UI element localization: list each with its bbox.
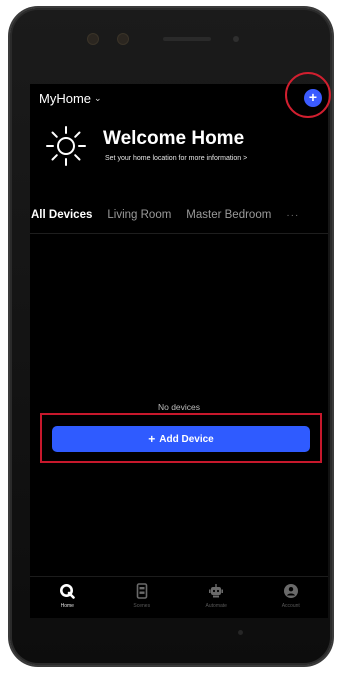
account-icon xyxy=(283,584,298,598)
annotation-circle-add xyxy=(285,72,331,118)
app-screen: MyHome ⌄ + Welcome Home Set your home lo… xyxy=(30,84,328,618)
scenes-icon xyxy=(136,583,148,599)
home-name: MyHome xyxy=(39,91,92,106)
sun-icon xyxy=(46,126,86,166)
chevron-down-icon: ⌄ xyxy=(94,93,102,103)
nav-scenes-label: Scenes xyxy=(133,603,151,609)
phone-top-bezel xyxy=(10,8,332,78)
bottom-nav: Home Scenes Automate Account xyxy=(30,576,328,618)
home-q-icon xyxy=(60,584,76,599)
welcome-title: Welcome Home xyxy=(103,128,245,149)
set-location-link[interactable]: Set your home location for more informat… xyxy=(105,155,247,162)
home-selector[interactable]: MyHome ⌄ xyxy=(39,91,102,106)
earpiece-speaker xyxy=(163,37,211,41)
header-bar: MyHome ⌄ + xyxy=(30,84,328,116)
automate-robot-icon xyxy=(209,584,224,598)
nav-automate-label: Automate xyxy=(205,603,227,609)
more-tabs-icon[interactable]: ··· xyxy=(286,210,299,221)
nav-scenes[interactable]: Scenes xyxy=(112,577,172,618)
annotation-box-add-device xyxy=(40,413,322,463)
tab-living-room[interactable]: Living Room xyxy=(107,209,171,221)
light-sensor-icon xyxy=(233,36,239,42)
bottom-sensor-dot xyxy=(238,630,243,635)
proximity-sensor-icon xyxy=(118,34,128,44)
tabs-divider xyxy=(30,233,328,234)
front-camera-icon xyxy=(88,34,98,44)
tab-all-devices[interactable]: All Devices xyxy=(31,209,92,221)
nav-account-label: Account xyxy=(281,603,300,609)
tab-master-bedroom[interactable]: Master Bedroom xyxy=(186,209,271,221)
nav-home-label: Home xyxy=(60,603,74,609)
empty-state-label: No devices xyxy=(157,402,201,412)
room-tabs: All Devices Living Room Master Bedroom ·… xyxy=(30,204,328,226)
nav-home[interactable]: Home xyxy=(37,577,97,618)
nav-automate[interactable]: Automate xyxy=(186,577,246,618)
nav-account[interactable]: Account xyxy=(261,577,321,618)
welcome-banner: Welcome Home Set your home location for … xyxy=(44,124,328,174)
